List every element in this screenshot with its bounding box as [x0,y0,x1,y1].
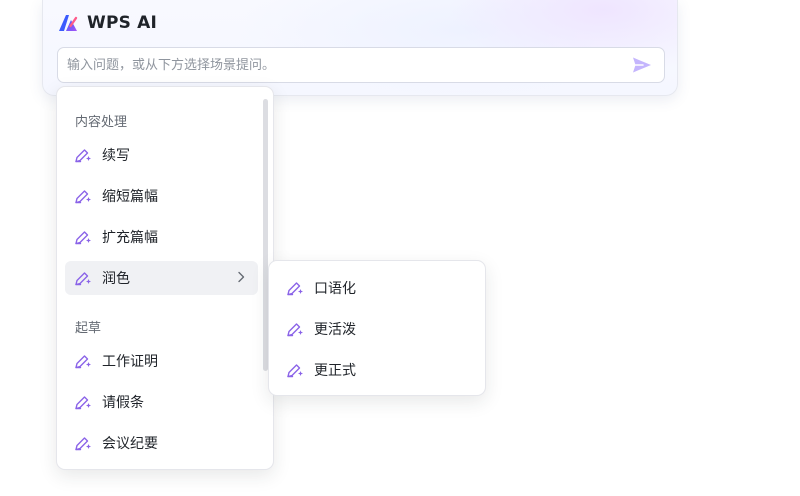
ai-pen-sparkle-icon [73,145,93,165]
send-icon[interactable] [632,56,652,74]
ai-panel: WPS AI [42,0,678,96]
submenu-item-label: 更活泼 [314,322,356,338]
ai-pen-sparkle-icon [285,360,305,380]
submenu-item-label: 更正式 [314,363,356,379]
ai-pen-sparkle-icon [73,268,93,288]
ai-pen-sparkle-icon [73,392,93,412]
brand-name: WPS AI [87,13,158,33]
menu-item-leave-note[interactable]: 请假条 [65,385,258,419]
ai-pen-sparkle-icon [73,227,93,247]
group-label-draft: 起草 [75,321,102,336]
menu-item-label: 续写 [102,148,130,164]
submenu-item-more-formal[interactable]: 更正式 [277,353,477,387]
ai-pen-sparkle-icon [73,186,93,206]
menu-item-label: 扩充篇幅 [102,230,158,246]
menu-item-label: 会议纪要 [102,436,158,452]
ai-pen-sparkle-icon [285,278,305,298]
brand: WPS AI [57,12,157,34]
submenu-item-livelier[interactable]: 更活泼 [277,312,477,346]
ai-pen-sparkle-icon [73,433,93,453]
chevron-right-icon [238,271,245,283]
ask-input[interactable] [58,48,627,82]
menu-item-meeting-minutes[interactable]: 会议纪要 [65,426,258,460]
scene-menu: 内容处理 续写 缩短篇幅 扩充篇幅 润色 起草 工作证明 请假条 会议纪要 [56,86,274,470]
menu-item-polish[interactable]: 润色 [65,261,258,295]
menu-item-shorten[interactable]: 缩短篇幅 [65,179,258,213]
menu-item-continue-writing[interactable]: 续写 [65,138,258,172]
menu-item-label: 请假条 [102,395,144,411]
menu-item-work-certificate[interactable]: 工作证明 [65,344,258,378]
menu-item-expand[interactable]: 扩充篇幅 [65,220,258,254]
group-label-content-processing: 内容处理 [75,115,128,130]
menu-item-label: 工作证明 [102,354,158,370]
polish-submenu: 口语化 更活泼 更正式 [268,260,486,396]
ai-pen-sparkle-icon [73,351,93,371]
menu-item-label: 润色 [102,271,130,287]
submenu-item-colloquial[interactable]: 口语化 [277,271,477,305]
wps-ai-logo-icon [59,15,78,31]
ai-pen-sparkle-icon [285,319,305,339]
menu-item-label: 缩短篇幅 [102,189,158,205]
ask-box [57,47,665,83]
submenu-item-label: 口语化 [314,281,356,297]
